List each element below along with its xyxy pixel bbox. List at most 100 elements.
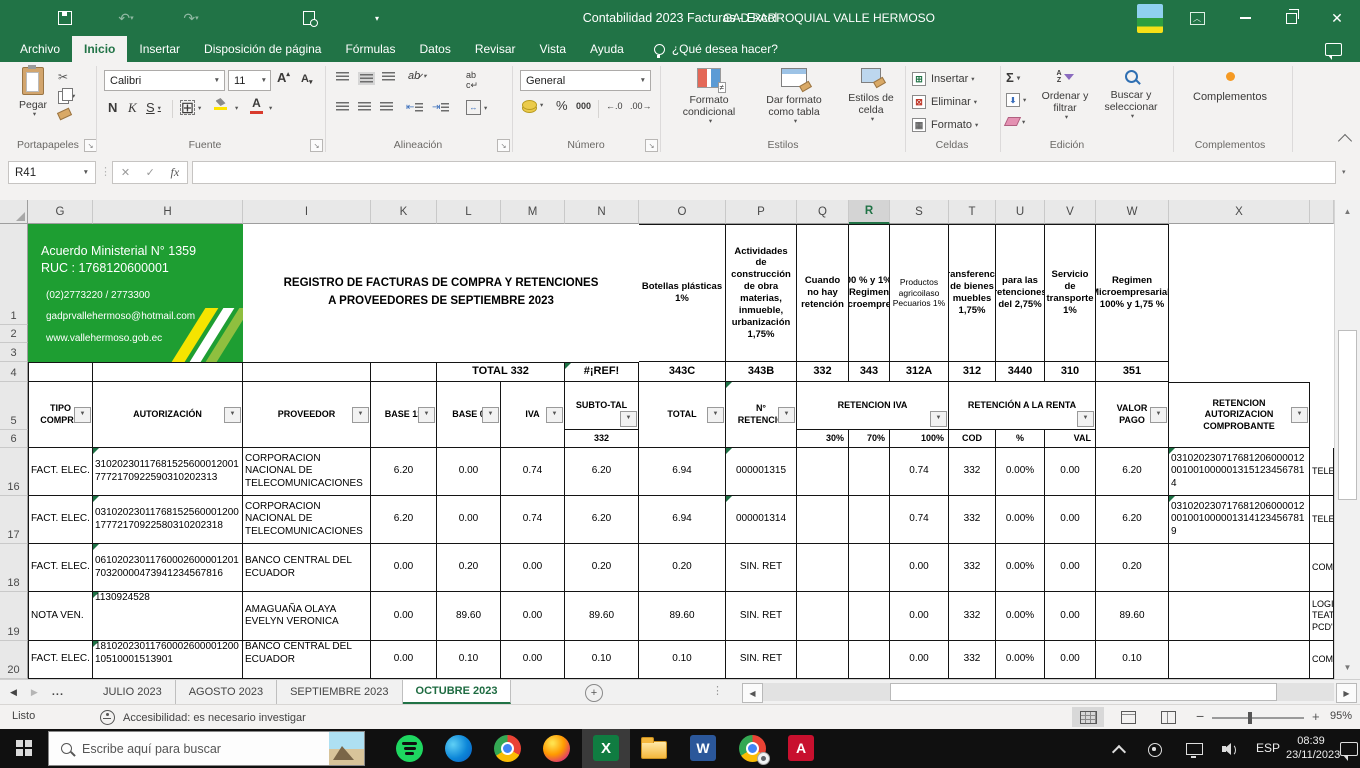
col-header-O[interactable]: O — [639, 200, 726, 224]
expand-formula-bar-icon[interactable]: ▾ — [1342, 168, 1346, 176]
cancel-icon[interactable]: ✕ — [121, 166, 130, 179]
cell-pct[interactable]: 0.00% — [996, 592, 1045, 641]
cell-pct[interactable]: 0.00% — [996, 544, 1045, 592]
percent-style-icon[interactable]: % — [556, 98, 568, 113]
cell-base0[interactable]: 0.10 — [437, 641, 501, 679]
cell-n-retencion[interactable]: SIN. RET — [726, 592, 797, 641]
tab-vista[interactable]: Vista — [528, 36, 578, 62]
collapse-ribbon-icon[interactable] — [1338, 134, 1352, 148]
font-dialog-launcher[interactable]: ↘ — [310, 139, 323, 152]
normal-view-icon[interactable] — [1072, 707, 1104, 727]
cell-G4[interactable] — [28, 362, 93, 382]
cell-autorizacion[interactable]: 3102023011768152560001200177721709225903… — [93, 448, 243, 496]
select-all-corner[interactable] — [0, 200, 28, 224]
hscroll-right-icon[interactable]: ▶ — [1336, 683, 1357, 703]
increase-decimal-icon[interactable]: ←.0 — [606, 101, 623, 111]
sheet-nav-left-icon[interactable]: ◀ — [10, 687, 17, 698]
col-header-partial[interactable] — [1310, 200, 1334, 224]
cell-iva[interactable]: 0.74 — [501, 448, 565, 496]
number-dialog-launcher[interactable]: ↘ — [645, 139, 658, 152]
cell-subtotal[interactable]: 0.10 — [565, 641, 639, 679]
acrobat-icon[interactable]: A — [788, 735, 815, 762]
cell-cod[interactable]: 332 — [949, 592, 996, 641]
print-preview-icon[interactable] — [298, 9, 320, 27]
cell-extra[interactable]: COM — [1310, 641, 1334, 679]
accessibility-icon[interactable] — [100, 710, 115, 725]
cell-ret100[interactable]: 0.74 — [890, 448, 949, 496]
enter-icon[interactable]: ✓ — [146, 166, 155, 179]
horizontal-scrollbar[interactable] — [763, 683, 1334, 701]
cell-total[interactable]: 0.10 — [639, 641, 726, 679]
cell-proveedor[interactable]: CORPORACION NACIONAL DE TELECOMUNICACION… — [243, 448, 371, 496]
fill-color-dropdown[interactable]: ▾ — [232, 104, 238, 112]
close-button[interactable]: ✕ — [1318, 0, 1356, 36]
cell-autorizacion[interactable]: 0310202301176815256000120017772170922580… — [93, 496, 243, 544]
cell-ret100[interactable]: 0.00 — [890, 641, 949, 679]
alignment-dialog-launcher[interactable]: ↘ — [497, 139, 510, 152]
tab-inicio[interactable]: Inicio — [72, 36, 127, 62]
row-header-17[interactable]: 17 — [0, 496, 28, 544]
cell-n-retencion[interactable]: SIN. RET — [726, 641, 797, 679]
cell-I4[interactable] — [243, 362, 371, 382]
filter-icon[interactable]: ▼ — [707, 407, 724, 423]
align-center-icon[interactable] — [358, 102, 371, 111]
taskbar-search[interactable]: Escribe aquí para buscar — [48, 731, 365, 766]
cell-subtotal[interactable]: 6.20 — [565, 496, 639, 544]
merge-center-icon[interactable]: ↔▾ — [466, 100, 487, 115]
sort-filter-button[interactable]: AZ Ordenar y filtrar▾ — [1036, 70, 1094, 122]
row-header-4[interactable]: 4 — [0, 362, 28, 382]
filter-icon[interactable]: ▼ — [930, 411, 947, 427]
delete-cells-button[interactable]: ⊠Eliminar▾ — [912, 95, 977, 109]
col-header-P[interactable]: P — [726, 200, 797, 224]
header-total[interactable]: TOTAL▼ — [639, 382, 726, 448]
col-header-L[interactable]: L — [437, 200, 501, 224]
cell-total-332[interactable]: TOTAL 332 — [437, 362, 565, 382]
cell-base12[interactable]: 0.00 — [371, 641, 437, 679]
cell-subtotal[interactable]: 89.60 — [565, 592, 639, 641]
restore-button[interactable] — [1272, 0, 1310, 36]
row-header-2[interactable]: 2 — [0, 325, 28, 343]
cell-K4[interactable] — [371, 362, 437, 382]
cell-proveedor[interactable]: CORPORACION NACIONAL DE TELECOMUNICACION… — [243, 496, 371, 544]
zoom-slider-thumb[interactable] — [1248, 712, 1252, 724]
cell-valor-pago[interactable]: 6.20 — [1096, 496, 1169, 544]
cell-ret100[interactable]: 0.00 — [890, 592, 949, 641]
cell-valor-pago[interactable]: 0.10 — [1096, 641, 1169, 679]
undo-icon[interactable]: ↶▾ — [115, 9, 137, 27]
zoom-out-icon[interactable]: − — [1196, 708, 1204, 724]
cell-valor-pago[interactable]: 0.20 — [1096, 544, 1169, 592]
font-color-dropdown[interactable]: ▾ — [266, 104, 272, 112]
page-layout-view-icon[interactable] — [1112, 707, 1144, 727]
save-icon[interactable] — [54, 9, 76, 27]
scroll-down-icon[interactable]: ▼ — [1338, 658, 1357, 677]
col-header-X[interactable]: X — [1169, 200, 1310, 224]
row-header-19[interactable]: 19 — [0, 592, 28, 641]
cell-tipo[interactable]: NOTA VEN. — [28, 592, 93, 641]
tell-me-search[interactable]: ¿Qué desea hacer? — [642, 36, 790, 62]
col-header-G[interactable]: G — [28, 200, 93, 224]
customize-quick-access-icon[interactable]: ▾ — [366, 9, 388, 27]
cell-tipo[interactable]: FACT. ELEC. — [28, 544, 93, 592]
tray-chevron-icon[interactable] — [1114, 743, 1124, 757]
col-header-R-selected[interactable]: R — [849, 200, 890, 224]
sheet-tab-agosto[interactable]: AGOSTO 2023 — [176, 680, 277, 704]
sheet-nav-right-icon[interactable]: ▶ — [31, 687, 38, 698]
cell-iva[interactable]: 0.00 — [501, 592, 565, 641]
col-header-N[interactable]: N — [565, 200, 639, 224]
col-header-U[interactable]: U — [996, 200, 1045, 224]
cell-cod[interactable]: 332 — [949, 544, 996, 592]
header-base12[interactable]: BASE 12▼ — [371, 382, 437, 448]
cell-pct[interactable]: 0.00% — [996, 641, 1045, 679]
cell-total[interactable]: 89.60 — [639, 592, 726, 641]
accounting-format-icon[interactable]: ▾ — [522, 100, 543, 110]
cell-extra[interactable]: TELEF — [1310, 496, 1334, 544]
header-cod[interactable]: COD — [949, 430, 996, 448]
header-30[interactable]: 30% — [797, 430, 849, 448]
start-button[interactable] — [0, 729, 48, 768]
filter-icon[interactable]: ▼ — [224, 407, 241, 423]
align-left-icon[interactable] — [336, 102, 349, 111]
cell-tipo[interactable]: FACT. ELEC. — [28, 448, 93, 496]
account-name[interactable]: GAD PARROQUIAL VALLE HERMOSO — [723, 11, 935, 25]
network-icon[interactable] — [1186, 743, 1203, 755]
cell-valor-pago[interactable]: 6.20 — [1096, 448, 1169, 496]
